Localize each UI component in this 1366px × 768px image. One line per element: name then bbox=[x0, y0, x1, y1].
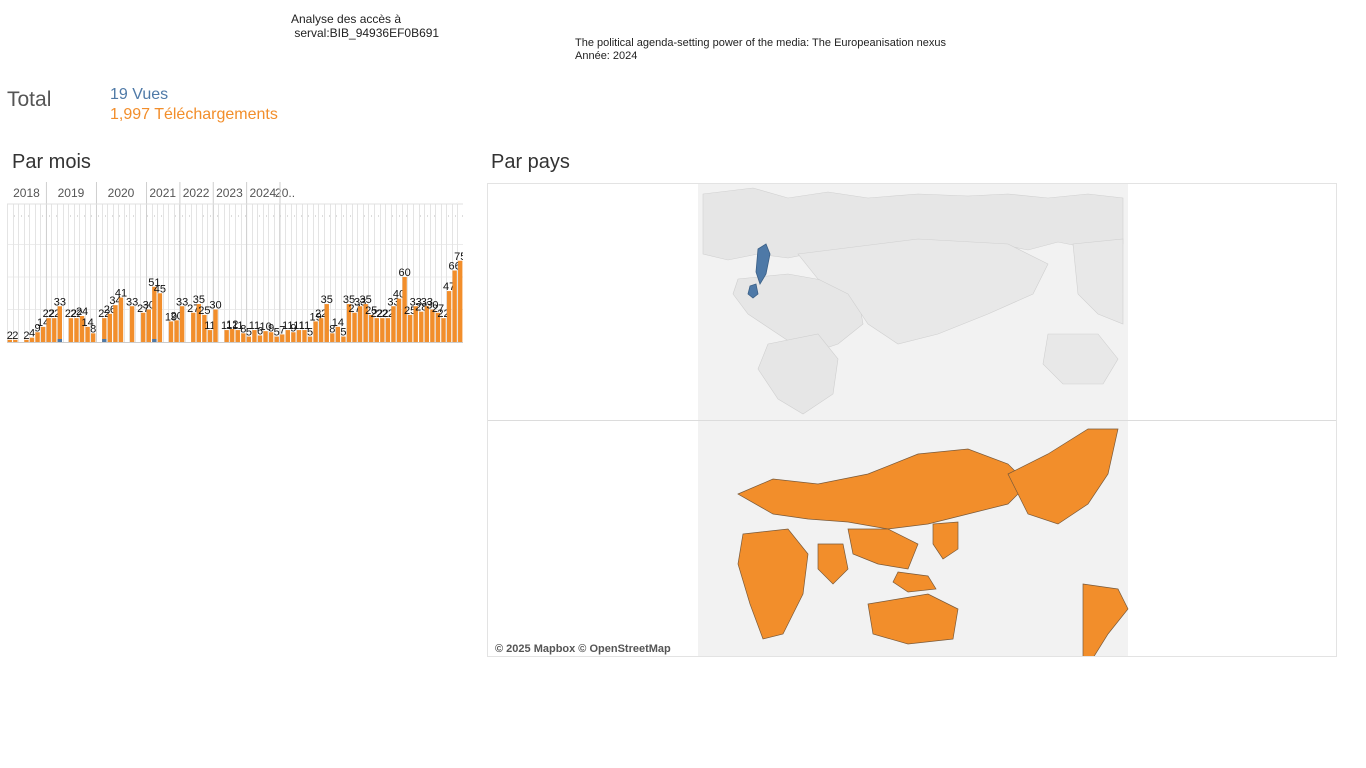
download-bar[interactable] bbox=[458, 260, 463, 342]
download-bar[interactable] bbox=[129, 306, 135, 342]
bar-value-label: 45 bbox=[154, 283, 166, 295]
download-bar[interactable] bbox=[213, 309, 218, 343]
download-bar[interactable] bbox=[113, 305, 118, 342]
world-map[interactable]: © 2025 Mapbox © OpenStreetMap bbox=[488, 184, 1337, 657]
map-credit: © 2025 Mapbox © OpenStreetMap bbox=[495, 643, 671, 655]
view-bar[interactable] bbox=[152, 339, 157, 342]
world-map-panel[interactable]: © 2025 Mapbox © OpenStreetMap bbox=[487, 183, 1337, 657]
views-total: 19 Vues bbox=[110, 86, 169, 103]
downloads-map bbox=[698, 421, 1129, 656]
bar-value-label: 5 bbox=[340, 327, 346, 339]
views-map bbox=[698, 184, 1128, 420]
download-bar[interactable] bbox=[357, 306, 363, 342]
bar-value-label: 8 bbox=[90, 323, 96, 335]
download-bar[interactable] bbox=[157, 293, 163, 342]
monthly-bar-chart[interactable]: 2018 2019 2020 2021 2022 2023 202420..2 2 2 4 9142… bbox=[7, 182, 463, 344]
download-bar[interactable] bbox=[407, 314, 413, 342]
download-bar[interactable] bbox=[118, 297, 124, 342]
report-title: Analyse des accès à serval:BIB_94936EF0B… bbox=[291, 12, 440, 40]
map-divider bbox=[488, 420, 1336, 421]
year-label: 2019 bbox=[58, 186, 85, 200]
bar-value-label: 2 bbox=[12, 330, 18, 342]
download-bar[interactable] bbox=[168, 321, 174, 342]
view-bar[interactable] bbox=[102, 339, 107, 342]
download-bar[interactable] bbox=[74, 318, 79, 342]
download-bar[interactable] bbox=[352, 312, 357, 342]
publication-title: The political agenda-setting power of th… bbox=[575, 37, 946, 49]
publication-info: The political agenda-setting power of th… bbox=[575, 37, 946, 63]
download-bar[interactable] bbox=[40, 326, 46, 342]
year-label: 2024 bbox=[249, 186, 276, 200]
download-bar[interactable] bbox=[52, 318, 57, 342]
download-bar[interactable] bbox=[313, 321, 318, 342]
download-bar[interactable] bbox=[174, 320, 179, 342]
download-bar[interactable] bbox=[391, 306, 396, 342]
by-month-title: Par mois bbox=[12, 151, 91, 173]
year-label: 2022 bbox=[183, 186, 210, 200]
download-bar[interactable] bbox=[141, 312, 146, 342]
download-bar[interactable] bbox=[441, 318, 446, 342]
download-bar[interactable] bbox=[452, 270, 457, 343]
bar-value-label: 33 bbox=[54, 296, 66, 308]
download-bar[interactable] bbox=[385, 318, 391, 342]
download-bar[interactable] bbox=[396, 298, 402, 342]
bar-value-label: 30 bbox=[209, 300, 221, 312]
download-bar[interactable] bbox=[424, 306, 430, 342]
year-label: 20.. bbox=[275, 186, 295, 200]
download-bar[interactable] bbox=[446, 291, 452, 342]
bar-value-label: 75 bbox=[454, 251, 463, 263]
download-bar[interactable] bbox=[374, 318, 379, 342]
year-label: 2021 bbox=[149, 186, 176, 200]
year-label: 2023 bbox=[216, 186, 243, 200]
download-bar[interactable] bbox=[319, 318, 324, 342]
bar-value-label: 60 bbox=[398, 267, 410, 279]
year-label: 2020 bbox=[108, 186, 135, 200]
download-bar[interactable] bbox=[46, 318, 51, 342]
download-bar[interactable] bbox=[419, 311, 424, 342]
view-bar[interactable] bbox=[57, 339, 63, 342]
by-country-title: Par pays bbox=[491, 151, 570, 173]
download-bar[interactable] bbox=[380, 318, 385, 342]
download-bar[interactable] bbox=[102, 318, 107, 342]
year-label: 2018 bbox=[13, 186, 40, 200]
download-bar[interactable] bbox=[146, 309, 151, 343]
download-bar[interactable] bbox=[107, 313, 113, 342]
total-label: Total bbox=[7, 88, 52, 111]
download-bar[interactable] bbox=[179, 306, 185, 342]
bar-value-label: 5 bbox=[307, 327, 313, 339]
download-bar[interactable] bbox=[57, 306, 63, 342]
downloads-total: 1,997 Téléchargements bbox=[110, 106, 278, 123]
download-bar[interactable] bbox=[191, 312, 196, 342]
download-bar[interactable] bbox=[68, 318, 74, 342]
publication-year: Année: 2024 bbox=[575, 50, 638, 62]
bar-value-label: 35 bbox=[321, 294, 333, 306]
